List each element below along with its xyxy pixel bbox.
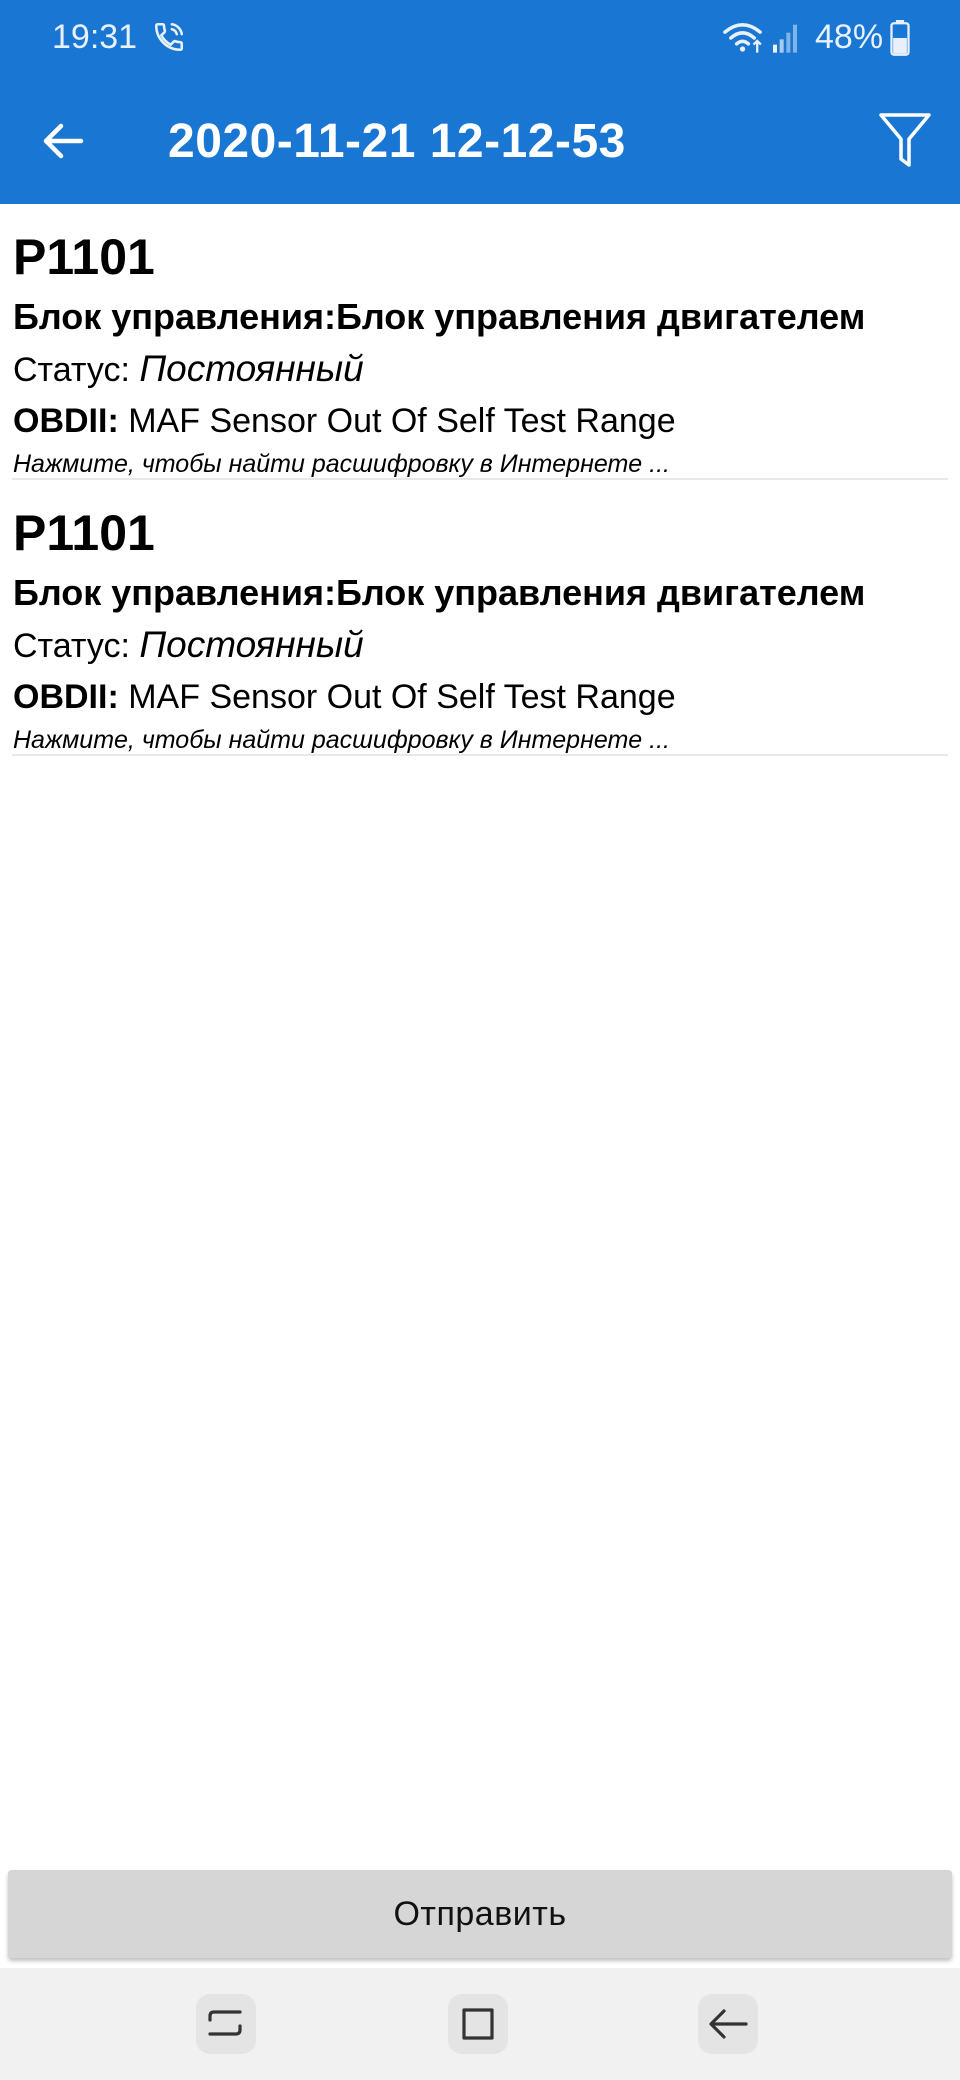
search-hint-link[interactable]: Нажмите, чтобы найти расшифровку в Интер… <box>13 726 670 755</box>
wifi-icon <box>723 23 762 53</box>
status-label: Статус: <box>13 627 140 665</box>
back-button[interactable] <box>28 106 98 176</box>
search-hint-link[interactable]: Нажмите, чтобы найти расшифровку в Интер… <box>13 450 670 479</box>
obd-description: MAF Sensor Out Of Self Test Range <box>118 402 676 440</box>
signal-icon <box>773 24 797 53</box>
nav-home-button[interactable] <box>448 1994 508 2054</box>
battery-percent: 48% <box>815 18 884 56</box>
obd-description: MAF Sensor Out Of Self Test Range <box>118 678 676 716</box>
control-unit: Блок управления:Блок управления двигател… <box>13 572 866 613</box>
list-item[interactable]: P1101 Блок управления:Блок управления дв… <box>12 204 948 480</box>
battery-icon <box>890 20 910 56</box>
arrow-left-icon <box>43 123 84 159</box>
send-button[interactable]: Отправить <box>8 1870 952 1958</box>
back-icon <box>709 2009 748 2039</box>
status-value: Постоянный <box>139 624 364 665</box>
control-unit: Блок управления:Блок управления двигател… <box>13 296 866 337</box>
error-code: P1101 <box>13 505 155 561</box>
call-icon <box>154 22 184 52</box>
error-list: P1101 Блок управления:Блок управления дв… <box>0 204 960 756</box>
obd-label: OBDII: <box>13 402 119 440</box>
status-line: Статус: Постоянный <box>13 348 364 390</box>
status-label: Статус: <box>13 351 140 389</box>
obd-label: OBDII: <box>13 678 119 716</box>
status-value: Постоянный <box>139 348 364 389</box>
status-line: Статус: Постоянный <box>13 624 364 666</box>
home-icon <box>462 2008 494 2040</box>
filter-icon <box>879 113 931 167</box>
app-bar: 2020-11-21 12-12-53 <box>0 78 960 204</box>
obd-line: OBDII: MAF Sensor Out Of Self Test Range <box>13 402 676 441</box>
list-item[interactable]: P1101 Блок управления:Блок управления дв… <box>12 480 948 756</box>
status-time: 19:31 <box>52 18 138 56</box>
error-code: P1101 <box>13 229 155 285</box>
recents-icon <box>208 2010 242 2036</box>
nav-recents-button[interactable] <box>196 1994 256 2054</box>
obd-line: OBDII: MAF Sensor Out Of Self Test Range <box>13 678 676 717</box>
app-root: 19:31 48% 2020-11-21 12-12-53 P1101 Блок… <box>0 0 960 2080</box>
system-nav-bar <box>0 1968 960 2080</box>
nav-back-button[interactable] <box>698 1994 758 2054</box>
status-bar: 19:31 48% <box>0 0 960 78</box>
filter-button[interactable] <box>870 100 940 180</box>
page-title: 2020-11-21 12-12-53 <box>168 115 626 168</box>
